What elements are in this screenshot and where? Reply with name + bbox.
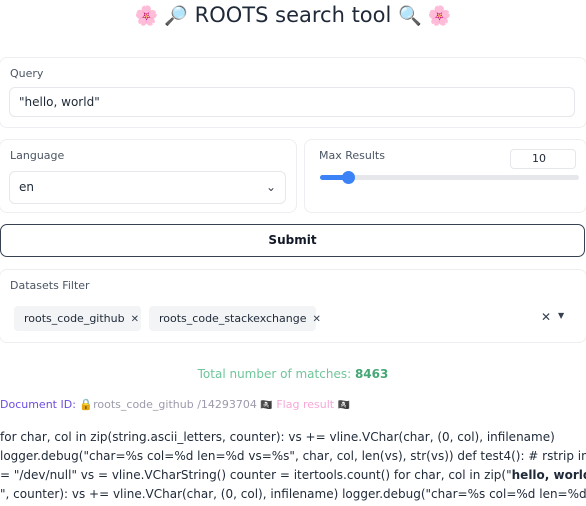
max-results-panel: Max Results 10 bbox=[305, 140, 586, 212]
query-label: Query bbox=[10, 67, 44, 80]
document-id-line: Document ID: 🔒roots_code_github /1429370… bbox=[0, 398, 350, 411]
submit-button[interactable]: Submit bbox=[0, 224, 585, 257]
title-left-emojis: 🌸 🔎 bbox=[134, 5, 188, 27]
remove-chip-icon[interactable]: ✕ bbox=[131, 314, 139, 325]
title-right-emojis: 🔍 🌸 bbox=[398, 5, 452, 27]
lock-icon: 🔒 bbox=[79, 398, 94, 411]
snippet-text: = "/dev/null" vs = vline.VCharString() c… bbox=[0, 468, 512, 482]
language-selected-value: en bbox=[19, 180, 34, 194]
total-matches-count: 8463 bbox=[354, 367, 389, 381]
chevron-down-icon: ⌄ bbox=[265, 180, 276, 194]
result-snippet: for char, col in zip(string.ascii_letter… bbox=[0, 428, 586, 506]
snippet-line: logger.debug("char=%s col=%d len=%d vs=%… bbox=[0, 449, 586, 463]
max-results-slider-thumb[interactable] bbox=[342, 171, 355, 184]
snippet-line: = "/dev/null" vs = vline.VCharString() c… bbox=[0, 466, 586, 485]
dataset-chip-stackexchange: roots_code_stackexchange ✕ bbox=[149, 306, 321, 331]
document-id-label: Document ID: bbox=[0, 398, 76, 411]
datasets-filter-label: Datasets Filter bbox=[10, 279, 90, 292]
language-select[interactable]: en ⌄ bbox=[9, 171, 286, 204]
dataset-chip-label: roots_code_stackexchange bbox=[159, 312, 307, 325]
max-results-slider-track[interactable] bbox=[320, 175, 579, 180]
max-results-number-input[interactable]: 10 bbox=[510, 149, 576, 169]
document-dataset: roots_code_github bbox=[93, 398, 194, 411]
pirate-flag-icon: 🏴‍☠️ bbox=[260, 400, 273, 411]
flag-result-link[interactable]: Flag result bbox=[276, 398, 334, 411]
dataset-chip-label: roots_code_github bbox=[24, 312, 125, 325]
snippet-highlight: hello, world bbox=[511, 468, 586, 482]
language-label: Language bbox=[10, 149, 65, 162]
total-matches-label: Total number of matches: bbox=[197, 367, 352, 381]
snippet-line: for char, col in zip(string.ascii_letter… bbox=[0, 430, 555, 444]
query-panel: Query "hello, world" bbox=[0, 58, 586, 127]
dataset-chip-github: roots_code_github ✕ bbox=[14, 306, 141, 331]
dropdown-arrow-icon[interactable]: ▼ bbox=[558, 311, 564, 320]
language-panel: Language en ⌄ bbox=[0, 140, 296, 212]
total-matches: Total number of matches: 8463 bbox=[0, 367, 586, 381]
title-text: ROOTS search tool bbox=[194, 3, 392, 27]
clear-all-icon[interactable]: ✕ bbox=[541, 310, 551, 324]
datasets-filter-panel: Datasets Filter roots_code_github ✕ roots… bbox=[0, 270, 586, 342]
query-input[interactable]: "hello, world" bbox=[9, 87, 575, 117]
page-title: 🌸 🔎 ROOTS search tool 🔍 🌸 bbox=[0, 0, 586, 31]
max-results-label: Max Results bbox=[319, 149, 385, 162]
snippet-line: ", counter): vs += vline.VChar(char, (0,… bbox=[0, 487, 586, 501]
document-number[interactable]: /14293704 bbox=[197, 398, 257, 411]
remove-chip-icon[interactable]: ✕ bbox=[313, 314, 321, 325]
pirate-flag-icon: 🏴‍☠️ bbox=[337, 400, 351, 411]
